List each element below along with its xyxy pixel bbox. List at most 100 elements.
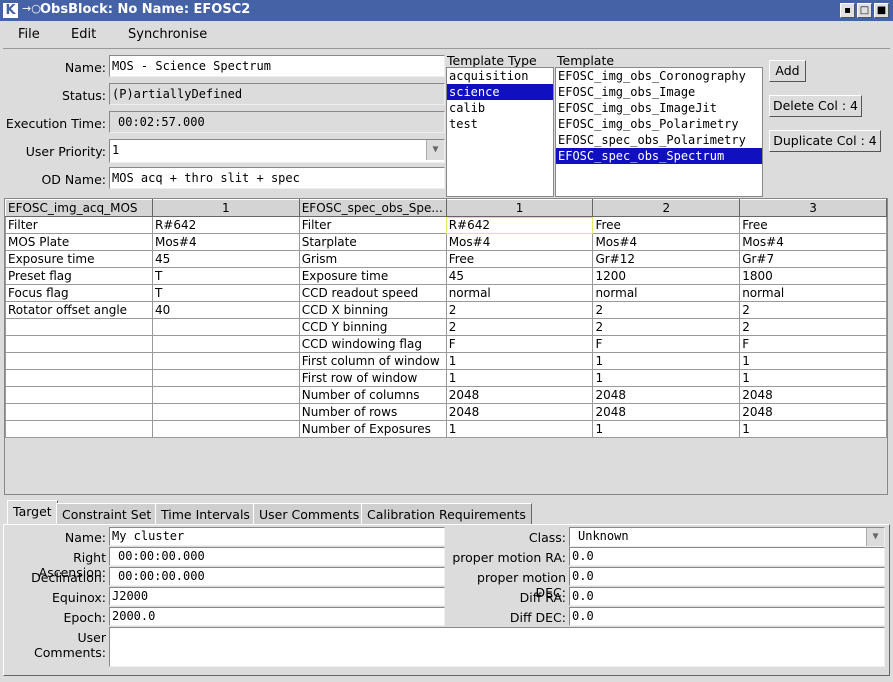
- pin-icon[interactable]: →○: [22, 2, 41, 15]
- parameter-value-cell[interactable]: F: [739, 335, 887, 353]
- minimize-icon[interactable]: ▪: [840, 3, 855, 18]
- tab-time-intervals[interactable]: Time Intervals: [155, 503, 256, 525]
- parameter-value-cell[interactable]: 1: [445, 369, 594, 387]
- parameter-value-cell[interactable]: 2048: [445, 386, 594, 404]
- template-type-item[interactable]: acquisition: [447, 68, 553, 84]
- parameter-value-cell[interactable]: Mos#4: [151, 233, 300, 251]
- maximize-icon[interactable]: □: [857, 3, 872, 18]
- parameter-value-cell[interactable]: [151, 335, 300, 353]
- grid-header-obs-col-1[interactable]: 1: [445, 199, 594, 217]
- add-button[interactable]: Add: [769, 60, 806, 82]
- parameter-value-cell[interactable]: Free: [445, 250, 594, 268]
- template-type-list[interactable]: acquisition science calib test: [446, 67, 554, 197]
- template-item[interactable]: EFOSC_img_obs_Image: [556, 84, 762, 100]
- parameter-value-cell[interactable]: 1: [592, 352, 741, 370]
- template-type-item[interactable]: calib: [447, 100, 553, 116]
- title-bar[interactable]: K →○ ObsBlock: No Name: EFOSC2 ▪ □ ■: [0, 0, 893, 21]
- grid-header-obs-template[interactable]: EFOSC_spec_obs_Spe...: [298, 199, 447, 217]
- menu-file[interactable]: File: [18, 27, 40, 42]
- right-ascension-field[interactable]: 00:00:00.000: [109, 547, 445, 566]
- parameter-value-cell[interactable]: [151, 386, 300, 404]
- parameter-value-cell[interactable]: 1: [739, 352, 887, 370]
- parameter-value-cell[interactable]: 1200: [592, 267, 741, 285]
- parameter-value-cell[interactable]: [151, 420, 300, 438]
- parameter-value-cell[interactable]: 2048: [739, 403, 887, 421]
- parameter-value-cell[interactable]: Mos#4: [445, 233, 594, 251]
- chevron-down-icon[interactable]: ▼: [426, 140, 444, 160]
- diff-dec-field[interactable]: 0.0: [569, 607, 885, 626]
- parameter-value-cell[interactable]: R#642: [151, 216, 300, 234]
- parameter-value-cell[interactable]: F: [445, 335, 594, 353]
- od-name-field[interactable]: MOS acq + thro slit + spec: [109, 167, 445, 189]
- parameter-value-cell[interactable]: [151, 352, 300, 370]
- template-item[interactable]: EFOSC_spec_obs_Polarimetry: [556, 132, 762, 148]
- parameter-value-cell[interactable]: Free: [739, 216, 887, 234]
- parameter-value-cell[interactable]: 45: [445, 267, 594, 285]
- parameter-value-cell[interactable]: 2048: [592, 386, 741, 404]
- parameter-value-cell[interactable]: 1: [592, 369, 741, 387]
- duplicate-col-button[interactable]: Duplicate Col : 4: [769, 130, 881, 152]
- template-item[interactable]: EFOSC_img_obs_ImageJit: [556, 100, 762, 116]
- parameter-value-cell[interactable]: 1: [592, 420, 741, 438]
- parameter-value-cell[interactable]: normal: [445, 284, 594, 302]
- parameter-value-cell[interactable]: 2048: [592, 403, 741, 421]
- proper-motion-dec-field[interactable]: 0.0: [569, 567, 885, 586]
- menu-synchronise[interactable]: Synchronise: [128, 27, 207, 42]
- grid-header-obs-col-2[interactable]: 2: [592, 199, 741, 217]
- parameter-value-cell[interactable]: R#642: [445, 216, 594, 234]
- parameter-value-cell[interactable]: Free: [592, 216, 741, 234]
- parameter-value-cell[interactable]: [151, 403, 300, 421]
- template-item-selected[interactable]: EFOSC_spec_obs_Spectrum: [556, 148, 762, 164]
- tab-user-comments[interactable]: User Comments: [253, 503, 366, 525]
- template-type-item[interactable]: test: [447, 116, 553, 132]
- delete-col-button[interactable]: Delete Col : 4: [769, 95, 862, 117]
- parameter-value-cell[interactable]: 2: [592, 318, 741, 336]
- parameter-value-cell[interactable]: 2: [445, 301, 594, 319]
- chevron-down-icon[interactable]: ▼: [866, 528, 884, 546]
- parameter-value-cell[interactable]: 45: [151, 250, 300, 268]
- parameter-value-cell[interactable]: 2048: [739, 386, 887, 404]
- parameter-value-cell[interactable]: 2: [739, 318, 887, 336]
- name-field[interactable]: MOS - Science Spectrum: [109, 55, 445, 77]
- parameter-value-cell[interactable]: 1800: [739, 267, 887, 285]
- diff-ra-field[interactable]: 0.0: [569, 587, 885, 606]
- grid-header-acq-col-1[interactable]: 1: [151, 199, 300, 217]
- parameter-value-cell[interactable]: 1: [739, 420, 887, 438]
- parameter-grid[interactable]: EFOSC_img_acq_MOS 1 EFOSC_spec_obs_Spe..…: [4, 198, 888, 495]
- parameter-value-cell[interactable]: 1: [445, 352, 594, 370]
- parameter-value-cell[interactable]: [151, 369, 300, 387]
- parameter-value-cell[interactable]: Gr#7: [739, 250, 887, 268]
- user-priority-combo[interactable]: 1 ▼: [109, 139, 445, 163]
- proper-motion-ra-field[interactable]: 0.0: [569, 547, 885, 566]
- template-item[interactable]: EFOSC_img_obs_Coronography: [556, 68, 762, 84]
- parameter-value-cell[interactable]: 2: [592, 301, 741, 319]
- tab-calibration-requirements[interactable]: Calibration Requirements: [361, 503, 532, 525]
- class-combo[interactable]: Unknown ▼: [569, 527, 885, 547]
- parameter-value-cell[interactable]: 2: [445, 318, 594, 336]
- menu-edit[interactable]: Edit: [71, 27, 96, 42]
- parameter-value-cell[interactable]: T: [151, 284, 300, 302]
- parameter-value-cell[interactable]: 2048: [445, 403, 594, 421]
- epoch-field[interactable]: 2000.0: [109, 607, 445, 626]
- parameter-value-cell[interactable]: normal: [739, 284, 887, 302]
- declination-field[interactable]: 00:00:00.000: [109, 567, 445, 586]
- user-comments-field[interactable]: [109, 627, 885, 667]
- parameter-value-cell[interactable]: T: [151, 267, 300, 285]
- template-list[interactable]: EFOSC_img_obs_Coronography EFOSC_img_obs…: [555, 67, 763, 197]
- grid-header-acq-template[interactable]: EFOSC_img_acq_MOS: [5, 199, 153, 217]
- tab-target[interactable]: Target: [7, 500, 58, 525]
- grid-header-obs-col-3[interactable]: 3: [739, 199, 887, 217]
- parameter-value-cell[interactable]: [151, 318, 300, 336]
- parameter-value-cell[interactable]: Mos#4: [739, 233, 887, 251]
- parameter-value-cell[interactable]: 1: [445, 420, 594, 438]
- equinox-field[interactable]: J2000: [109, 587, 445, 606]
- tab-constraint-set[interactable]: Constraint Set: [56, 503, 158, 525]
- template-type-item-selected[interactable]: science: [447, 84, 553, 100]
- parameter-value-cell[interactable]: 40: [151, 301, 300, 319]
- parameter-value-cell[interactable]: 2: [739, 301, 887, 319]
- target-name-field[interactable]: My cluster: [109, 527, 445, 546]
- parameter-value-cell[interactable]: Gr#12: [592, 250, 741, 268]
- close-icon[interactable]: ■: [874, 3, 889, 18]
- parameter-value-cell[interactable]: 1: [739, 369, 887, 387]
- parameter-value-cell[interactable]: F: [592, 335, 741, 353]
